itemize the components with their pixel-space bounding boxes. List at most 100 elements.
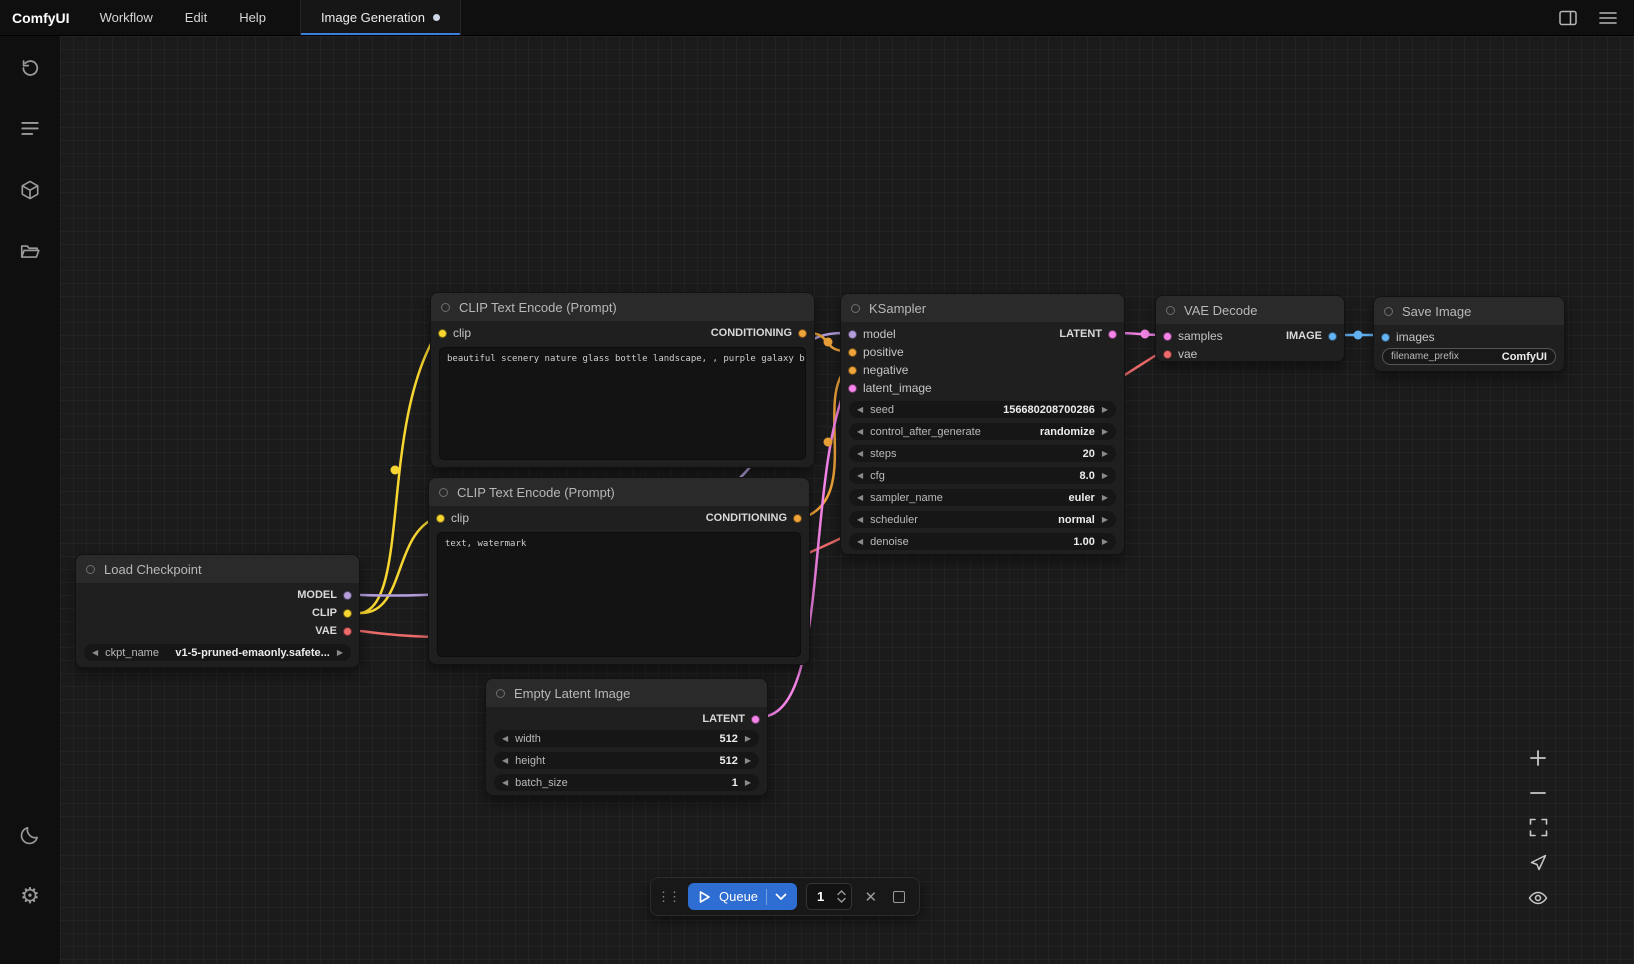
decrement-arrow-icon[interactable]: ◀: [857, 406, 863, 414]
collapse-dot-icon[interactable]: [1166, 306, 1175, 315]
widget-ckpt-name[interactable]: ◀ ckpt_name v1-5-pruned-emaonly.safete..…: [84, 644, 351, 661]
cancel-icon[interactable]: ✕: [861, 887, 880, 907]
widget-scheduler[interactable]: ◀ scheduler normal ▶: [849, 511, 1116, 528]
zoom-out-icon[interactable]: [1522, 775, 1554, 810]
output-slot-vae[interactable]: VAE: [76, 622, 359, 640]
output-slot-conditioning[interactable]: CONDITIONING: [706, 512, 802, 524]
link-dot-negative[interactable]: [824, 438, 833, 447]
menu-help[interactable]: Help: [223, 0, 282, 35]
collapse-dot-icon[interactable]: [439, 488, 448, 497]
increment-arrow-icon[interactable]: ▶: [1102, 494, 1108, 502]
widget-denoise[interactable]: ◀ denoise 1.00 ▶: [849, 533, 1116, 550]
latent-slot-dot[interactable]: [848, 384, 857, 393]
settings-gear-icon[interactable]: ⚙: [10, 876, 50, 916]
node-clip-text-encode-negative[interactable]: CLIP Text Encode (Prompt) clip CONDITION…: [428, 477, 810, 665]
increment-arrow-icon[interactable]: ▶: [745, 735, 751, 743]
decrement-arrow-icon[interactable]: ◀: [857, 516, 863, 524]
node-load-checkpoint[interactable]: Load Checkpoint MODEL CLIP VAE ◀ ckpt_na…: [75, 554, 360, 668]
decrement-arrow-icon[interactable]: ◀: [502, 779, 508, 787]
increment-arrow-icon[interactable]: ▶: [745, 757, 751, 765]
latent-slot-dot[interactable]: [751, 715, 760, 724]
decrement-arrow-icon[interactable]: ◀: [857, 472, 863, 480]
link-dot-positive[interactable]: [824, 338, 833, 347]
stepper-up-icon[interactable]: [837, 890, 846, 896]
node-header[interactable]: Empty Latent Image: [486, 679, 767, 707]
conditioning-slot-dot[interactable]: [793, 514, 802, 523]
conditioning-slot-dot[interactable]: [848, 348, 857, 357]
widget-batch-size[interactable]: ◀ batch_size 1 ▶: [494, 774, 759, 791]
queue-list-icon[interactable]: [10, 109, 50, 149]
output-slot-latent[interactable]: LATENT: [1004, 325, 1124, 343]
conditioning-slot-dot[interactable]: [848, 366, 857, 375]
prompt-textarea[interactable]: beautiful scenery nature glass bottle la…: [439, 347, 806, 460]
collapse-dot-icon[interactable]: [86, 565, 95, 574]
decrement-arrow-icon[interactable]: ◀: [857, 450, 863, 458]
image-slot-dot[interactable]: [1328, 332, 1337, 341]
widget-cfg[interactable]: ◀ cfg 8.0 ▶: [849, 467, 1116, 484]
increment-arrow-icon[interactable]: ▶: [745, 779, 751, 787]
node-header[interactable]: CLIP Text Encode (Prompt): [429, 478, 809, 506]
latent-slot-dot[interactable]: [1108, 330, 1117, 339]
output-slot-clip[interactable]: CLIP: [76, 604, 359, 622]
link-dot-clip[interactable]: [391, 466, 400, 475]
node-canvas[interactable]: Load Checkpoint MODEL CLIP VAE ◀ ckpt_na…: [60, 36, 1634, 964]
stop-icon[interactable]: [890, 887, 909, 907]
increment-arrow-icon[interactable]: ▶: [337, 649, 343, 657]
node-header[interactable]: CLIP Text Encode (Prompt): [431, 293, 814, 321]
link-dot-image[interactable]: [1354, 331, 1363, 340]
menu-icon[interactable]: [1598, 8, 1618, 28]
prompt-textarea[interactable]: text, watermark: [437, 532, 801, 657]
conditioning-slot-dot[interactable]: [798, 329, 807, 338]
menu-workflow[interactable]: Workflow: [84, 0, 169, 35]
increment-arrow-icon[interactable]: ▶: [1102, 406, 1108, 414]
node-empty-latent-image[interactable]: Empty Latent Image LATENT ◀ width 512 ▶ …: [485, 678, 768, 796]
increment-arrow-icon[interactable]: ▶: [1102, 450, 1108, 458]
node-ksampler[interactable]: KSampler model positive negative latent_…: [840, 293, 1125, 555]
decrement-arrow-icon[interactable]: ◀: [857, 428, 863, 436]
increment-arrow-icon[interactable]: ▶: [1102, 472, 1108, 480]
input-slot-latent-image[interactable]: latent_image: [841, 379, 1124, 397]
node-header[interactable]: VAE Decode: [1156, 296, 1344, 324]
input-slot-negative[interactable]: negative: [841, 361, 1124, 379]
input-slot-positive[interactable]: positive: [841, 343, 1124, 361]
widget-steps[interactable]: ◀ steps 20 ▶: [849, 445, 1116, 462]
input-slot-clip[interactable]: clip: [436, 511, 469, 525]
widget-seed[interactable]: ◀ seed 156680208700286 ▶: [849, 401, 1116, 418]
widget-height[interactable]: ◀ height 512 ▶: [494, 752, 759, 769]
link-dot-latent[interactable]: [1141, 330, 1150, 339]
vae-slot-dot[interactable]: [343, 627, 352, 636]
decrement-arrow-icon[interactable]: ◀: [92, 649, 98, 657]
theme-toggle-moon-icon[interactable]: [10, 815, 50, 855]
increment-arrow-icon[interactable]: ▶: [1102, 428, 1108, 436]
collapse-dot-icon[interactable]: [851, 304, 860, 313]
model-slot-dot[interactable]: [848, 330, 857, 339]
input-slot-clip[interactable]: clip: [438, 326, 471, 340]
decrement-arrow-icon[interactable]: ◀: [502, 757, 508, 765]
output-slot-latent[interactable]: LATENT: [486, 710, 767, 728]
queue-button[interactable]: Queue: [688, 883, 797, 910]
widget-filename-prefix[interactable]: filename_prefix ComfyUI: [1382, 348, 1556, 365]
output-slot-conditioning[interactable]: CONDITIONING: [711, 327, 807, 339]
eye-icon[interactable]: [1522, 880, 1554, 915]
history-icon[interactable]: [10, 48, 50, 88]
decrement-arrow-icon[interactable]: ◀: [857, 538, 863, 546]
model-library-icon[interactable]: [10, 170, 50, 210]
wire-clip-to-negative-prompt[interactable]: [361, 518, 435, 613]
vae-slot-dot[interactable]: [1163, 350, 1172, 359]
clip-slot-dot[interactable]: [343, 609, 352, 618]
node-clip-text-encode-positive[interactable]: CLIP Text Encode (Prompt) clip CONDITION…: [430, 292, 815, 468]
drag-handle[interactable]: ⋮⋮: [657, 889, 679, 905]
increment-arrow-icon[interactable]: ▶: [1102, 538, 1108, 546]
menu-edit[interactable]: Edit: [169, 0, 223, 35]
node-header[interactable]: KSampler: [841, 294, 1124, 322]
input-slot-vae[interactable]: vae: [1156, 345, 1344, 363]
batch-count-value[interactable]: 1: [817, 889, 831, 904]
decrement-arrow-icon[interactable]: ◀: [502, 735, 508, 743]
widget-width[interactable]: ◀ width 512 ▶: [494, 730, 759, 747]
model-slot-dot[interactable]: [343, 591, 352, 600]
zoom-in-icon[interactable]: [1522, 740, 1554, 775]
fit-view-icon[interactable]: [1522, 810, 1554, 845]
workflows-folder-icon[interactable]: [10, 231, 50, 271]
collapse-dot-icon[interactable]: [1384, 307, 1393, 316]
decrement-arrow-icon[interactable]: ◀: [857, 494, 863, 502]
